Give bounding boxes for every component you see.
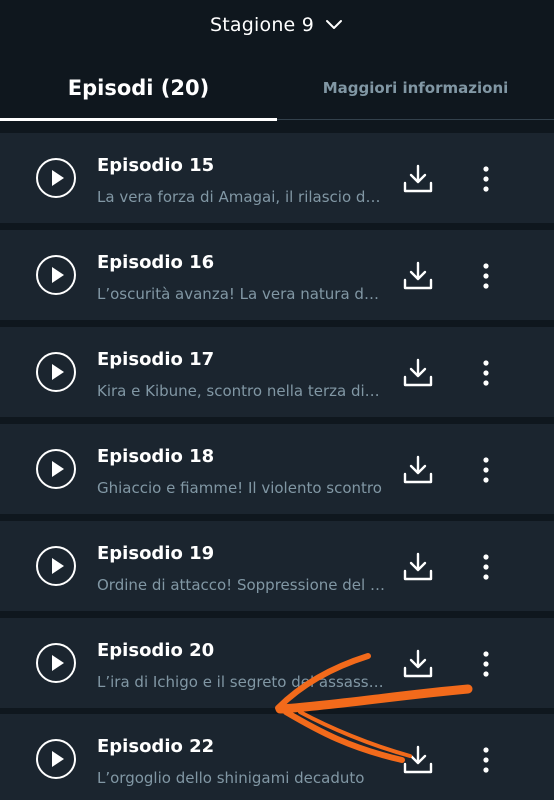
- episode-description: Ghiaccio e fiamme! Il violento scontro: [97, 479, 382, 497]
- episode-description: Ordine di attacco! Soppressione del clan…: [97, 576, 387, 594]
- more-vertical-icon[interactable]: [474, 163, 498, 195]
- episode-description: L’orgoglio dello shinigami decaduto: [97, 769, 365, 787]
- episode-title: Episodio 22: [97, 736, 215, 757]
- download-icon[interactable]: [402, 163, 434, 195]
- play-icon: [52, 751, 64, 767]
- episode-title: Episodio 19: [97, 543, 215, 564]
- episode-description: La vera forza di Amagai, il rilascio del…: [97, 188, 387, 206]
- episode-title: Episodio 17: [97, 349, 215, 370]
- episode-row[interactable]: Episodio 18 Ghiaccio e fiamme! Il violen…: [0, 424, 554, 514]
- season-selector[interactable]: Stagione 9: [0, 0, 554, 50]
- more-vertical-icon[interactable]: [474, 454, 498, 486]
- play-button[interactable]: [36, 643, 76, 683]
- more-vertical-icon[interactable]: [474, 648, 498, 680]
- more-vertical-icon[interactable]: [474, 260, 498, 292]
- play-icon: [52, 655, 64, 671]
- play-icon: [52, 364, 64, 380]
- more-vertical-icon[interactable]: [474, 744, 498, 776]
- tab-more-info-label: Maggiori informazioni: [322, 79, 509, 97]
- download-icon[interactable]: [402, 744, 434, 776]
- episode-description: L’oscurità avanza! La vera natura del cl…: [97, 285, 387, 303]
- season-label: Stagione 9: [210, 14, 314, 36]
- episode-description: L’ira di Ichigo e il segreto del assassi…: [97, 673, 387, 691]
- episode-title: Episodio 18: [97, 446, 215, 467]
- episode-row[interactable]: Episodio 15 La vera forza di Amagai, il …: [0, 133, 554, 223]
- play-button[interactable]: [36, 158, 76, 198]
- play-button[interactable]: [36, 546, 76, 586]
- chevron-down-icon: [325, 20, 342, 29]
- download-icon[interactable]: [402, 260, 434, 292]
- download-icon[interactable]: [402, 648, 434, 680]
- episode-row[interactable]: Episodio 17 Kira e Kibune, scontro nella…: [0, 327, 554, 417]
- more-vertical-icon[interactable]: [474, 357, 498, 389]
- episode-list-screen: Stagione 9 Episodi (20) Maggiori informa…: [0, 0, 554, 800]
- play-button[interactable]: [36, 449, 76, 489]
- play-icon: [52, 461, 64, 477]
- tab-divider: [277, 119, 554, 120]
- download-icon[interactable]: [402, 454, 434, 486]
- tab-more-info[interactable]: Maggiori informazioni: [277, 58, 554, 118]
- download-icon[interactable]: [402, 357, 434, 389]
- episode-title: Episodio 15: [97, 155, 215, 176]
- episode-description: Kira e Kibune, scontro nella terza divis…: [97, 382, 387, 400]
- play-icon: [52, 558, 64, 574]
- play-button[interactable]: [36, 255, 76, 295]
- episode-title: Episodio 20: [97, 640, 215, 661]
- episode-row[interactable]: Episodio 20 L’ira di Ichigo e il segreto…: [0, 618, 554, 708]
- play-icon: [52, 170, 64, 186]
- tab-episodes-label: Episodi (20): [67, 76, 210, 100]
- play-button[interactable]: [36, 739, 76, 779]
- play-button[interactable]: [36, 352, 76, 392]
- active-tab-indicator: [0, 118, 277, 121]
- episode-row[interactable]: Episodio 22 L’orgoglio dello shinigami d…: [0, 714, 554, 800]
- episode-row[interactable]: Episodio 19 Ordine di attacco! Soppressi…: [0, 521, 554, 611]
- download-icon[interactable]: [402, 551, 434, 583]
- tab-episodes[interactable]: Episodi (20): [0, 58, 277, 118]
- tab-bar: Episodi (20) Maggiori informazioni: [0, 58, 554, 122]
- more-vertical-icon[interactable]: [474, 551, 498, 583]
- episode-row[interactable]: Episodio 16 L’oscurità avanza! La vera n…: [0, 230, 554, 320]
- episode-title: Episodio 16: [97, 252, 215, 273]
- play-icon: [52, 267, 64, 283]
